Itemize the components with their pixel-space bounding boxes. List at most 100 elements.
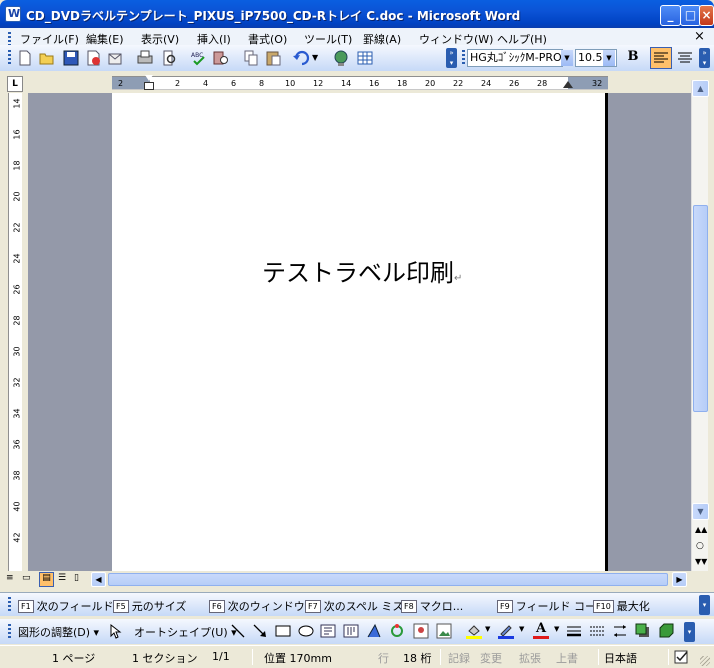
outline-view-button[interactable]: ☰ [58,573,70,586]
scroll-left-button[interactable]: ◀ [91,572,106,587]
insert-table-icon[interactable] [356,49,374,67]
clip-art-icon[interactable] [413,623,429,639]
diagram-icon[interactable] [389,623,405,639]
fill-color-dropdown-icon[interactable]: ▼ [485,625,490,633]
toolbar-options-icon[interactable]: » ▾ [446,48,457,68]
new-document-icon[interactable] [16,49,34,67]
close-button[interactable]: × [699,5,714,26]
fkey-options-icon[interactable]: ▾ [699,595,710,615]
oval-icon[interactable] [298,623,314,639]
paste-icon[interactable] [264,49,282,67]
mail-recipient-icon[interactable] [106,49,124,67]
line-color-icon[interactable] [497,623,515,639]
horizontal-ruler[interactable]: 2 2 4 6 8 10 12 14 16 18 20 22 24 26 28 … [112,75,608,90]
vertical-scroll-thumb[interactable] [693,205,708,412]
label-text[interactable]: テストラベル印刷 [262,259,454,287]
status-ovr[interactable]: 上書 [556,650,578,666]
line-icon[interactable] [230,623,246,639]
line-style-icon[interactable] [566,623,582,639]
fkey-f10[interactable]: F10 最大化 [593,598,650,614]
status-ext[interactable]: 拡張 [519,650,541,666]
bold-button[interactable]: B [625,49,641,67]
permission-icon[interactable] [84,49,102,67]
print-layout-view-button[interactable]: ▤ [39,572,54,587]
draw-grip[interactable] [8,624,11,639]
print-icon[interactable] [136,49,154,67]
undo-dropdown-icon[interactable]: ▼ [312,49,322,67]
web-layout-view-button[interactable]: ▭ [22,573,34,586]
select-objects-icon[interactable] [108,623,122,639]
fkey-f5[interactable]: F5 元のサイズ [113,598,186,614]
shadow-style-icon[interactable] [635,623,651,639]
undo-icon[interactable] [292,49,310,67]
drawing-options-icon[interactable]: ▾ [684,622,695,642]
fkey-f9[interactable]: F9 フィールド コー... [497,598,606,614]
arrow-icon[interactable] [252,623,268,639]
normal-view-button[interactable]: ≡ [6,573,18,586]
font-size-dropdown-icon[interactable]: ▼ [603,50,615,66]
status-pages: 1/1 [212,650,230,663]
font-name-dropdown-icon[interactable]: ▼ [561,50,573,66]
menu-grip[interactable] [8,32,11,46]
open-folder-icon[interactable] [38,49,56,67]
left-indent-marker[interactable] [144,82,154,90]
tab-selector-button[interactable]: L [7,76,23,92]
scroll-down-button[interactable]: ▼ [692,503,709,520]
fkey-f6[interactable]: F6 次のウィンドウ [209,598,305,614]
save-icon[interactable] [62,49,80,67]
minimize-button[interactable]: _ [660,5,681,26]
document-body-text[interactable]: テストラベル印刷↵ [262,253,462,288]
text-box-icon[interactable] [320,623,336,639]
maximize-button[interactable]: □ [680,5,701,26]
3d-style-icon[interactable] [658,623,674,639]
ruler-tick: 22 [12,222,22,233]
fill-color-icon[interactable] [465,623,483,639]
insert-picture-icon[interactable] [436,623,452,639]
first-line-indent-marker[interactable] [145,75,153,81]
hyperlink-icon[interactable] [332,49,350,67]
scroll-up-button[interactable]: ▲ [692,80,709,97]
font-color-icon[interactable]: A [532,621,550,639]
fkey-f1[interactable]: F1 次のフィールド [18,598,113,614]
resize-grip-icon[interactable] [700,656,710,666]
copy-icon[interactable] [242,49,260,67]
align-left-button[interactable] [650,47,672,69]
reading-view-button[interactable]: ▯ [74,573,86,586]
close-document-button[interactable]: × [694,29,705,44]
document-page[interactable] [112,93,608,571]
draw-adjust-menu[interactable]: 図形の調整(D) ▾ [18,624,99,640]
formatting-options-icon[interactable]: » ▾ [699,48,710,68]
ruler-tick: 32 [592,79,603,88]
status-position: 位置 170mm [264,652,332,665]
research-icon[interactable] [212,49,230,67]
right-indent-marker[interactable] [563,81,573,88]
formatting-grip[interactable] [462,50,465,66]
wordart-icon[interactable] [366,623,382,639]
print-preview-icon[interactable] [160,49,178,67]
arrow-style-icon[interactable] [612,623,628,639]
scroll-right-button[interactable]: ▶ [672,572,687,587]
next-page-button[interactable]: ▼▼ [695,557,707,566]
line-color-dropdown-icon[interactable]: ▼ [519,625,524,633]
autoshape-menu[interactable]: オートシェイプ(U) ▾ [134,624,237,640]
previous-page-button[interactable]: ▲▲ [695,525,707,534]
status-trk[interactable]: 変更 [480,650,502,666]
vertical-text-box-icon[interactable] [343,623,359,639]
vertical-scrollbar[interactable]: ▲ ▼ ▲▲ ○ ▼▼ [691,80,709,571]
font-name-select[interactable]: HG丸ｺﾞｼｯｸM-PRO [467,49,563,67]
toolbar-grip[interactable] [8,50,11,66]
spelling-status-icon[interactable] [674,649,691,665]
fkey-f7[interactable]: F7 次のスペル ミス [305,598,403,614]
rectangle-icon[interactable] [275,623,291,639]
fkey-f8[interactable]: F8 マクロ... [401,598,463,614]
word-app-icon[interactable] [5,6,21,22]
align-center-button[interactable] [675,47,695,69]
horizontal-scroll-thumb[interactable] [108,573,668,586]
dash-style-icon[interactable] [589,623,605,639]
browse-object-button[interactable]: ○ [696,541,704,551]
status-rec[interactable]: 記録 [448,650,470,666]
vertical-ruler[interactable]: 14 16 18 20 22 24 26 28 30 32 34 36 38 4… [8,93,22,571]
fkey-grip[interactable] [8,597,11,612]
spelling-icon[interactable]: ABC [190,49,208,67]
font-color-dropdown-icon[interactable]: ▼ [554,625,559,633]
